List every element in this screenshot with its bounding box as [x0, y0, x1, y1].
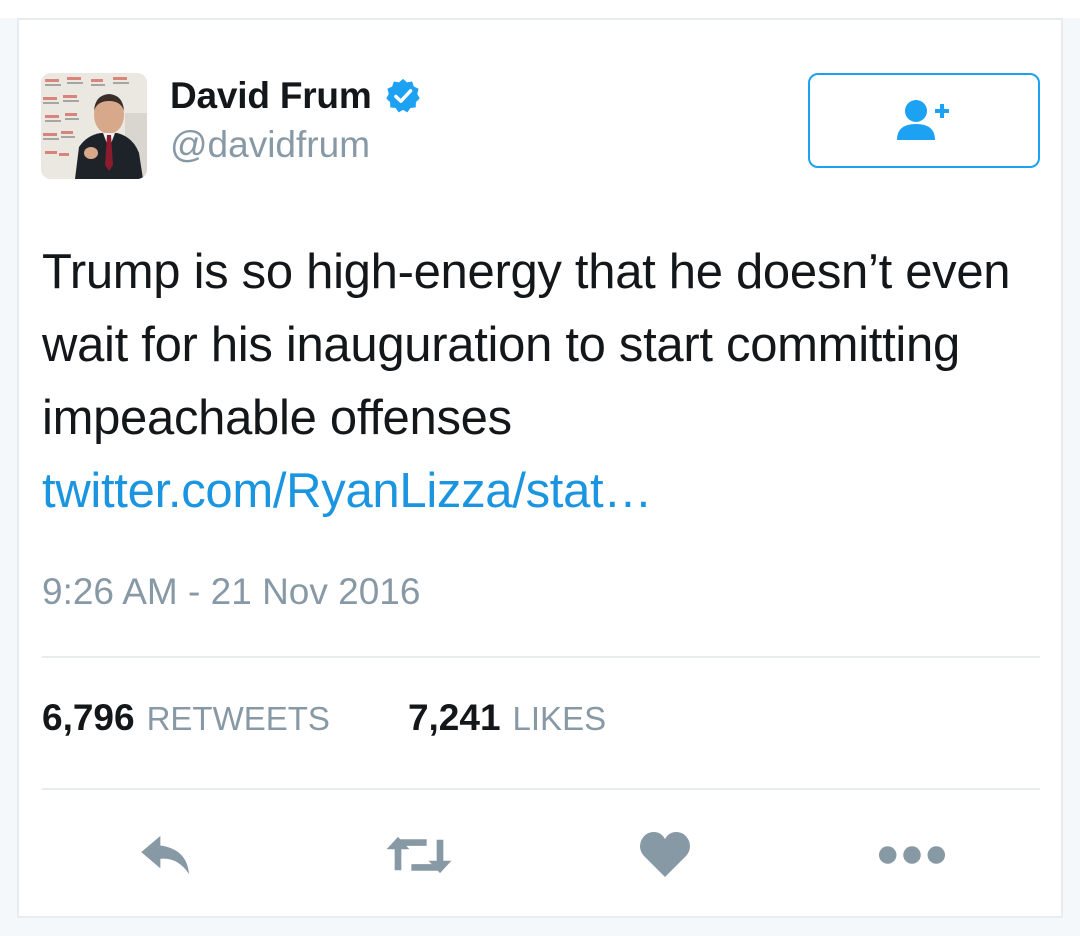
follow-button[interactable] [808, 73, 1040, 168]
likes-count: 7,241 [407, 697, 501, 738]
retweets-count: 6,796 [42, 697, 135, 738]
retweets-stat[interactable]: 6,796 RETWEETS [42, 697, 330, 739]
author-name-row: David Frum [170, 74, 422, 118]
profile-photo [41, 73, 147, 179]
tweet-text: Trump is so high-energy that he doesn’t … [42, 245, 1011, 445]
likes-stat[interactable]: 7,241 LIKES [408, 697, 606, 739]
tweet-link[interactable]: twitter.com/RyanLizza/stat… [42, 455, 652, 528]
follow-user-plus-icon [897, 99, 949, 140]
divider-top [42, 656, 1040, 658]
more-dots-icon [878, 846, 946, 864]
like-button[interactable] [634, 820, 696, 890]
tweet-actions [0, 820, 1080, 890]
tweet-stats: 6,796 RETWEETS 7,241 LIKES [42, 697, 606, 739]
likes-label: LIKES [512, 700, 607, 737]
more-button[interactable] [872, 820, 952, 890]
retweet-icon [386, 836, 452, 874]
author-display-name[interactable]: David Frum [170, 75, 372, 117]
like-heart-icon [640, 832, 690, 877]
retweets-label: RETWEETS [146, 700, 330, 737]
top-strip [0, 0, 1080, 18]
tweet-timestamp[interactable]: 9:26 AM - 21 Nov 2016 [42, 571, 420, 613]
reply-icon [141, 835, 189, 875]
avatar[interactable] [41, 73, 147, 179]
author-handle[interactable]: @davidfrum [170, 124, 370, 166]
divider-bottom [42, 788, 1040, 790]
verified-badge-icon [384, 77, 422, 115]
retweet-button[interactable] [378, 820, 460, 890]
reply-button[interactable] [130, 820, 206, 890]
